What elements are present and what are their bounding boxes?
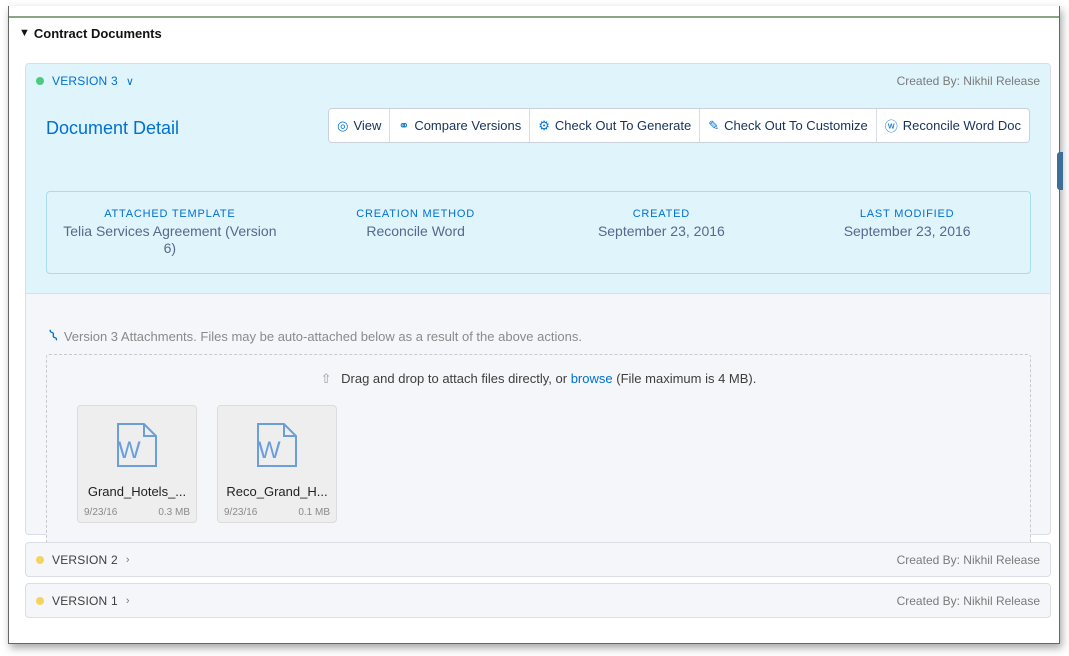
- browse-link[interactable]: browse: [571, 371, 613, 386]
- action-button-group: ◎ View ⚭ Compare Versions ⚙ Check Out To…: [328, 108, 1030, 143]
- info-last-modified: LAST MODIFIED September 23, 2016: [784, 192, 1030, 273]
- check-out-to-customize-button[interactable]: ✎ Check Out To Customize: [699, 109, 876, 142]
- file-size: 0.1 MB: [298, 507, 330, 518]
- status-dot: [36, 77, 44, 85]
- file-meta: 9/23/16 0.1 MB: [224, 507, 330, 518]
- created-by: Created By: Nikhil Release: [896, 74, 1040, 88]
- chevron-down-icon: ∨: [125, 75, 134, 88]
- version-panel-2: VERSION 2 › Created By: Nikhil Release: [25, 542, 1051, 577]
- top-divider: [9, 16, 1059, 18]
- view-button[interactable]: ◎ View: [329, 109, 390, 142]
- view-button-label: View: [353, 118, 382, 133]
- reconcile-word-doc-label: Reconcile Word Doc: [902, 118, 1021, 133]
- version-header-3[interactable]: VERSION 3 ∨ Created By: Nikhil Release: [26, 64, 1050, 98]
- attachments-note: ⌇ Version 3 Attachments. Files may be au…: [47, 326, 582, 346]
- version-panel-1: VERSION 1 › Created By: Nikhil Release: [25, 583, 1051, 618]
- version-header-1[interactable]: VERSION 1 › Created By: Nikhil Release: [26, 584, 1050, 618]
- file-size: 0.3 MB: [158, 507, 190, 518]
- attachments-area: ⌇ Version 3 Attachments. Files may be au…: [26, 294, 1050, 548]
- drop-text-before: Drag and drop to attach files directly, …: [341, 371, 568, 386]
- version-panel-3: VERSION 3 ∨ Created By: Nikhil Release D…: [25, 63, 1051, 548]
- svg-text:W: W: [258, 437, 281, 464]
- field-label: CREATION METHOD: [356, 208, 475, 220]
- created-by: Created By: Nikhil Release: [896, 594, 1040, 608]
- created-by: Created By: Nikhil Release: [896, 553, 1040, 567]
- field-value: September 23, 2016: [843, 223, 971, 239]
- field-value: Telia Services Agreement (Version 6): [63, 223, 277, 256]
- document-detail: Document Detail ◎ View ⚭ Compare Version…: [26, 98, 1050, 294]
- section-title: Contract Documents: [33, 25, 162, 41]
- status-dot: [36, 597, 44, 605]
- info-attached-template: ATTACHED TEMPLATE Telia Services Agreeme…: [47, 192, 293, 273]
- chevron-right-icon: ›: [125, 595, 130, 607]
- version-label: VERSION 1: [52, 594, 118, 608]
- file-date: 9/23/16: [84, 507, 118, 518]
- field-value: Reconcile Word: [366, 223, 465, 239]
- status-dot: [36, 556, 44, 564]
- file-name: Reco_Grand_H...: [226, 484, 328, 499]
- info-creation-method: CREATION METHOD Reconcile Word: [293, 192, 539, 273]
- edit-icon: ✎: [708, 117, 720, 133]
- field-label: CREATED: [632, 208, 691, 220]
- svg-text:W: W: [118, 437, 141, 464]
- word-doc-icon: W: [117, 423, 157, 467]
- eye-icon: ◎: [337, 117, 349, 133]
- generate-icon: ⚙: [538, 117, 550, 133]
- check-out-to-generate-label: Check Out To Generate: [554, 118, 692, 133]
- file-card[interactable]: W Grand_Hotels_... 9/23/16 0.3 MB: [77, 405, 197, 523]
- reconcile-word-doc-button[interactable]: ⓦ Reconcile Word Doc: [875, 109, 1029, 142]
- paperclip-icon: ⌇: [46, 327, 62, 346]
- section-toggle[interactable]: ▼ Contract Documents: [19, 24, 162, 42]
- field-label: ATTACHED TEMPLATE: [104, 208, 236, 220]
- check-out-to-generate-button[interactable]: ⚙ Check Out To Generate: [529, 109, 700, 142]
- field-label: LAST MODIFIED: [859, 208, 955, 220]
- compare-icon: ⚭: [398, 117, 410, 133]
- drop-instructions: ⇧ Drag and drop to attach files directly…: [47, 371, 1030, 387]
- chevron-right-icon: ›: [125, 554, 130, 566]
- file-name: Grand_Hotels_...: [87, 484, 187, 499]
- version-label: VERSION 3: [52, 74, 118, 88]
- reconcile-icon: ⓦ: [884, 119, 898, 134]
- check-out-to-customize-label: Check Out To Customize: [724, 118, 868, 133]
- drop-text-after: (File maximum is 4 MB).: [616, 371, 757, 386]
- version-header-2[interactable]: VERSION 2 › Created By: Nikhil Release: [26, 543, 1050, 577]
- app-frame: ▼ Contract Documents VERSION 3 ∨ Created…: [8, 6, 1063, 644]
- document-detail-title: Document Detail: [46, 118, 180, 138]
- attachments-note-text: Version 3 Attachments. Files may be auto…: [63, 328, 582, 344]
- file-date: 9/23/16: [224, 507, 258, 518]
- field-value: September 23, 2016: [597, 223, 725, 239]
- word-doc-icon: W: [257, 423, 297, 467]
- compare-versions-button[interactable]: ⚭ Compare Versions: [389, 109, 530, 142]
- compare-versions-label: Compare Versions: [414, 118, 522, 133]
- file-card[interactable]: W Reco_Grand_H... 9/23/16 0.1 MB: [217, 405, 337, 523]
- document-info-box: ATTACHED TEMPLATE Telia Services Agreeme…: [46, 191, 1031, 274]
- info-created: CREATED September 23, 2016: [539, 192, 785, 273]
- version-label: VERSION 2: [52, 553, 118, 567]
- upload-icon: ⇧: [320, 371, 332, 386]
- caret-down-icon: ▼: [19, 27, 30, 39]
- file-dropzone[interactable]: ⇧ Drag and drop to attach files directly…: [46, 354, 1031, 548]
- file-meta: 9/23/16 0.3 MB: [84, 507, 190, 518]
- scrollbar-handle[interactable]: [1057, 152, 1063, 190]
